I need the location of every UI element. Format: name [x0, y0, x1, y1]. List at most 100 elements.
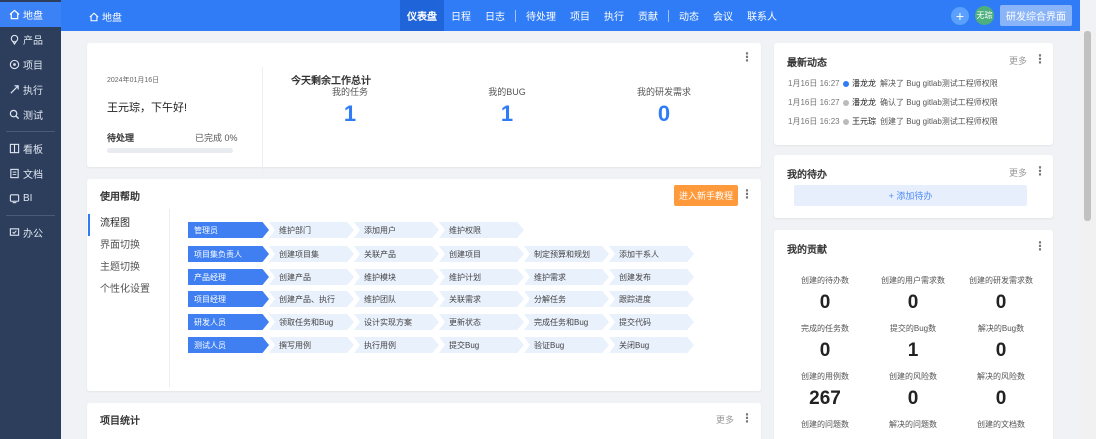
sidebar-item-doc[interactable]: 文档 — [0, 161, 61, 186]
stat-value-tasks[interactable]: 1 — [300, 101, 400, 127]
more-menu-icon[interactable]: ⋮ — [741, 51, 753, 63]
sidebar-item-label: 办公 — [23, 229, 43, 240]
sidebar: 地盘 产品 项目 执行 测试 看板 文档 BI 办公 — [0, 0, 61, 439]
contribution-value[interactable]: 0 — [780, 292, 870, 314]
more-link[interactable]: 更多 — [1009, 166, 1027, 179]
activity-card: 最新动态 更多 ⋮ 1月16日 16:27 潘龙龙 解决了 Bug gitlab… — [774, 43, 1053, 145]
nav-dashboard[interactable]: 仪表盘 — [400, 0, 444, 31]
more-link[interactable]: 更多 — [1009, 54, 1027, 67]
flow-step: 维护需求 — [524, 269, 609, 285]
help-card: 使用帮助 进入新手教程 ⋮ 流程图 界面切换 主题切换 个性化设置 管理员 维护部… — [87, 179, 761, 391]
product-icon — [8, 34, 20, 46]
sidebar-item-product[interactable]: 产品 — [0, 27, 61, 52]
add-todo-button[interactable]: + 添加待办 — [794, 185, 1027, 206]
help-menu-personalize[interactable]: 个性化设置 — [100, 280, 150, 302]
contribution-label: 创建的研发需求数 — [969, 276, 1033, 285]
done-percent: 已完成 0% — [195, 133, 238, 143]
nav-contribution[interactable]: 贡献 — [631, 0, 665, 31]
contribution-value[interactable]: 0 — [956, 340, 1046, 362]
sidebar-item-execution[interactable]: 执行 — [0, 77, 61, 102]
more-menu-icon[interactable]: ⋮ — [741, 412, 753, 424]
avatar[interactable]: 无琮 — [975, 6, 994, 25]
more-menu-icon[interactable]: ⋮ — [1034, 240, 1046, 252]
contribution-title: 我的贡献 — [787, 245, 827, 256]
main-nav: 仪表盘 日程 日志 待处理 项目 执行 贡献 动态 会议 联系人 — [400, 0, 784, 31]
flow-step: 设计实现方案 — [354, 314, 439, 330]
stat-value-bugs[interactable]: 1 — [457, 101, 557, 127]
contribution-value[interactable]: 1 — [868, 340, 958, 362]
flow-step: 制定预算和规划 — [524, 246, 609, 262]
breadcrumb[interactable]: 地盘 — [89, 9, 122, 24]
contribution-label: 解决的风险数 — [977, 372, 1025, 381]
help-menu-theme[interactable]: 主题切换 — [100, 258, 150, 280]
switch-interface-button[interactable]: 研发综合界面 — [1000, 5, 1072, 26]
contribution-value[interactable]: 0 — [780, 340, 870, 362]
current-date: 2024年01月16日 — [107, 77, 160, 84]
stat-value-stories[interactable]: 0 — [614, 101, 714, 127]
tutorial-button[interactable]: 进入新手教程 — [674, 185, 739, 206]
nav-dynamic[interactable]: 动态 — [672, 0, 706, 31]
kanban-icon — [8, 143, 20, 155]
more-menu-icon[interactable]: ⋮ — [741, 188, 753, 200]
sidebar-divider — [6, 131, 55, 132]
activity-user: 王元琮 — [852, 117, 876, 126]
nav-log[interactable]: 日志 — [478, 0, 512, 31]
contribution-label: 解决的Bug数 — [977, 324, 1025, 333]
flow-step: 更新状态 — [439, 314, 524, 330]
flow-step: 维护计划 — [439, 269, 524, 285]
activity-item[interactable]: 1月16日 16:27 潘龙龙 解决了 Bug gitlab测试工程师权限 — [788, 78, 998, 89]
sidebar-item-bi[interactable]: BI — [0, 186, 61, 211]
sidebar-item-label: 测试 — [23, 111, 43, 122]
stat-label-stories: 我的研发需求 — [636, 87, 691, 97]
flow-step: 关闭Bug — [609, 337, 694, 353]
nav-separator — [515, 9, 516, 22]
plus-icon[interactable]: + — [951, 6, 969, 25]
contribution-value[interactable]: 0 — [868, 388, 958, 410]
nav-project[interactable]: 项目 — [563, 0, 597, 31]
sidebar-item-label: 项目 — [23, 61, 43, 72]
nav-execution[interactable]: 执行 — [597, 0, 631, 31]
sidebar-item-test[interactable]: 测试 — [0, 102, 61, 127]
scrollbar-thumb[interactable] — [1084, 31, 1091, 221]
more-link[interactable]: 更多 — [716, 413, 734, 426]
divider — [169, 209, 170, 387]
nav-todo[interactable]: 待处理 — [519, 0, 563, 31]
flow-step: 分解任务 — [524, 291, 609, 307]
execution-icon — [8, 84, 20, 96]
flow-step: 添加干系人 — [609, 246, 694, 262]
flow-step: 创建发布 — [609, 269, 694, 285]
contribution-label: 创建的用户需求数 — [881, 276, 945, 285]
sidebar-item-label: 产品 — [23, 36, 43, 47]
sidebar-item-office[interactable]: 办公 — [0, 220, 61, 245]
more-menu-icon[interactable]: ⋮ — [1034, 165, 1046, 177]
contribution-value[interactable]: 0 — [956, 292, 1046, 314]
contribution-value[interactable]: 0 — [868, 292, 958, 314]
contribution-value[interactable]: 0 — [956, 388, 1046, 410]
sidebar-item-label: BI — [23, 193, 33, 204]
todo-card: 我的待办 更多 ⋮ + 添加待办 — [774, 155, 1053, 218]
activity-item[interactable]: 1月16日 16:23 王元琮 创建了 Bug gitlab测试工程师权限 — [788, 116, 998, 127]
sidebar-item-project[interactable]: 项目 — [0, 52, 61, 77]
contribution-value[interactable]: 267 — [780, 388, 870, 410]
sidebar-item-kanban[interactable]: 看板 — [0, 136, 61, 161]
flow-step: 提交代码 — [609, 314, 694, 330]
nav-calendar[interactable]: 日程 — [444, 0, 478, 31]
pending-label: 待处理 — [107, 133, 135, 143]
help-menu-interface[interactable]: 界面切换 — [100, 236, 150, 258]
flow-role: 管理员 — [188, 222, 269, 238]
more-menu-icon[interactable]: ⋮ — [1034, 53, 1046, 65]
page-scrollbar[interactable] — [1080, 31, 1096, 439]
activity-text: 创建了 Bug gitlab测试工程师权限 — [880, 117, 998, 126]
contribution-label: 提交的Bug数 — [889, 324, 937, 333]
home-icon — [89, 12, 99, 22]
help-menu-flowchart[interactable]: 流程图 — [88, 214, 150, 236]
test-icon — [8, 109, 20, 121]
sidebar-item-home[interactable]: 地盘 — [0, 2, 61, 27]
nav-meeting[interactable]: 会议 — [706, 0, 740, 31]
activity-item[interactable]: 1月16日 16:27 潘龙龙 确认了 Bug gitlab测试工程师权限 — [788, 97, 998, 108]
flow-row: 研发人员 领取任务和Bug 设计实现方案 更新状态 完成任务和Bug 提交代码 — [188, 314, 694, 330]
nav-contacts[interactable]: 联系人 — [740, 0, 784, 31]
flow-row: 测试人员 撰写用例 执行用例 提交Bug 验证Bug 关闭Bug — [188, 337, 694, 353]
welcome-card: 2024年01月16日 王元琮，下午好! 待处理 已完成 0% 今天剩余工作总计… — [87, 43, 761, 175]
flow-role: 项目经理 — [188, 291, 269, 307]
